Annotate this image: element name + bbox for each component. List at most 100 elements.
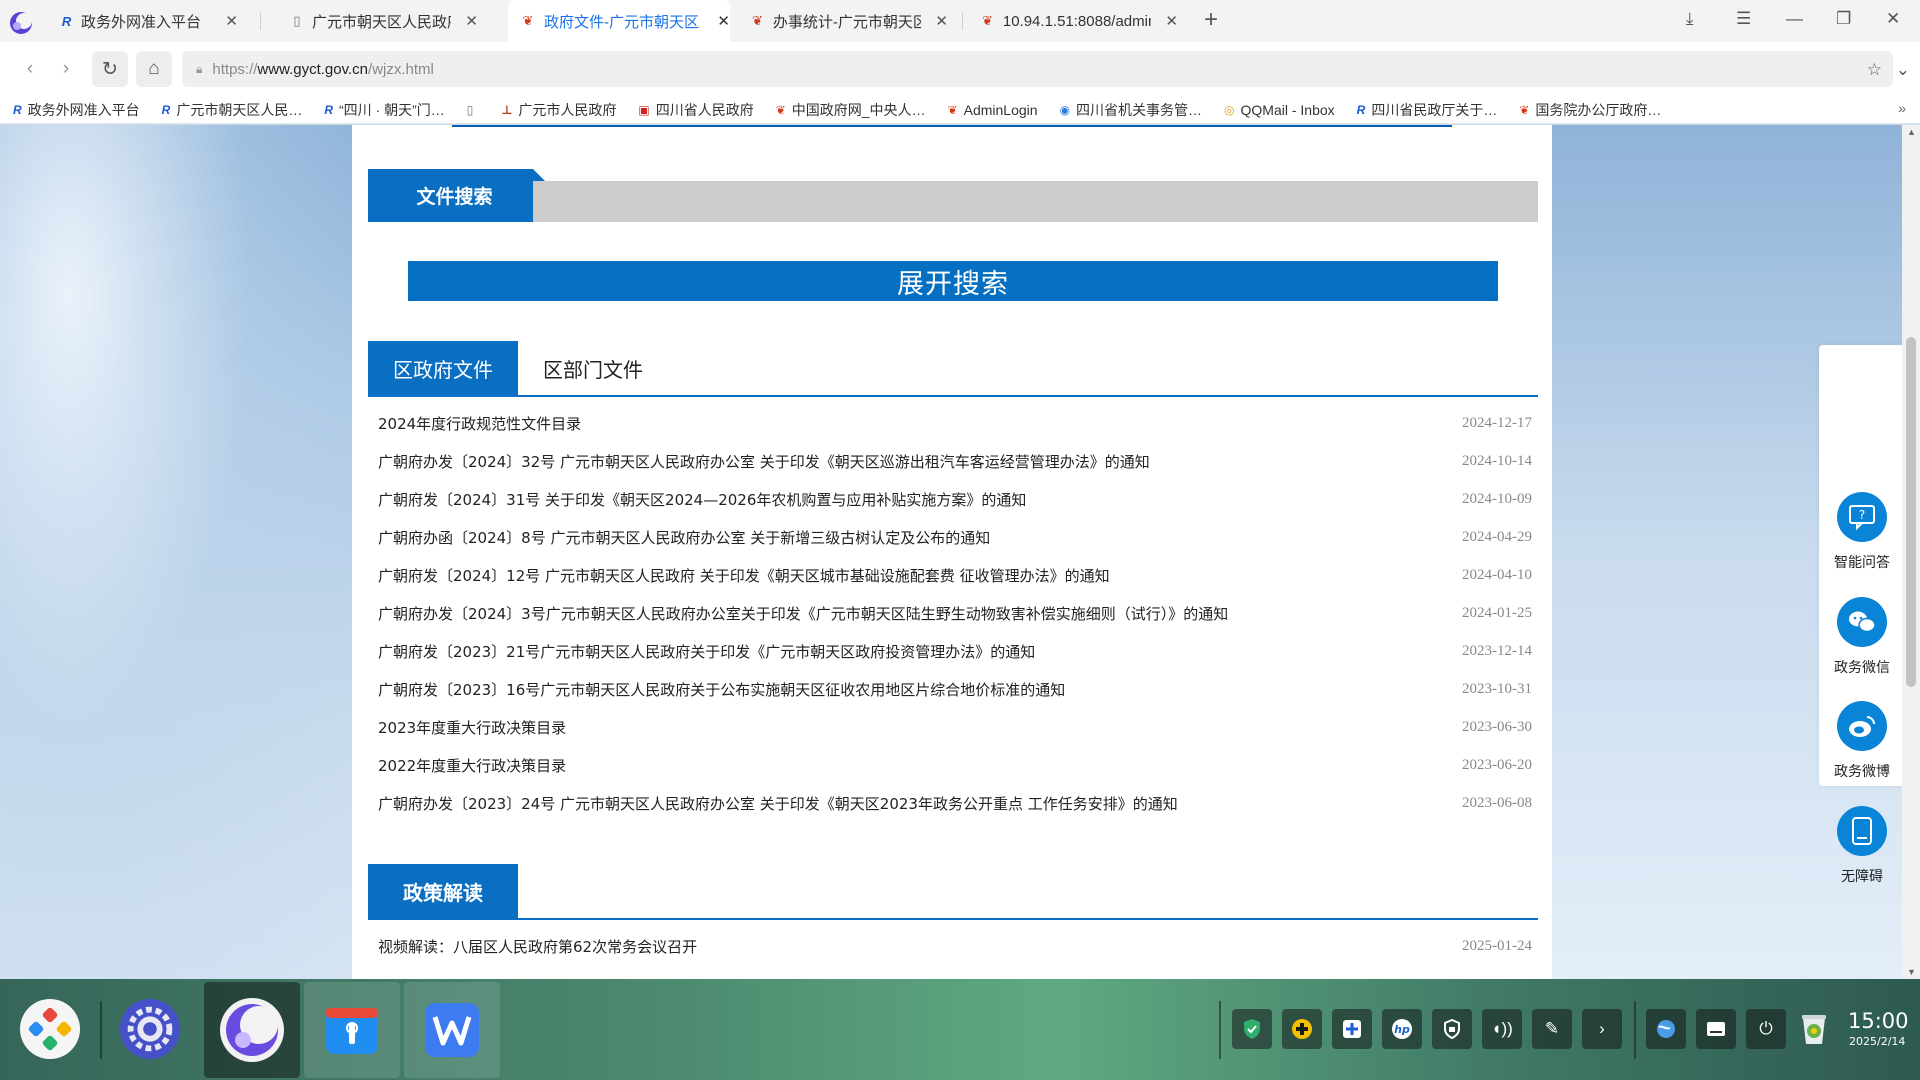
shield-icon[interactable]	[1432, 1009, 1472, 1049]
new-tab-plus-icon[interactable]: +	[1204, 6, 1218, 34]
bookmark-item[interactable]: ◉ 四川省机关事务管…	[1060, 100, 1202, 120]
chevron-right-icon[interactable]: ›	[1582, 1009, 1622, 1049]
policy-link[interactable]: 视频解读：八届区人民政府第62次常务会议召开	[378, 936, 1378, 957]
power-icon[interactable]: ⏻	[1746, 1009, 1786, 1049]
bookmark-item[interactable]: R 政务外网准入平台	[13, 100, 140, 120]
bookmark-item[interactable]: R 四川省民政厅关于…	[1357, 100, 1498, 120]
gov-emblem-icon: ❦	[775, 102, 786, 117]
minimize-icon[interactable]: —	[1786, 9, 1803, 29]
list-item[interactable]: 广朝府发〔2024〕12号 广元市朝天区人民政府 关于印发《朝天区城市基础设施配…	[378, 556, 1532, 594]
list-item[interactable]: 广朝府发〔2023〕16号广元市朝天区人民政府关于公布实施朝天区征收农用地区片综…	[378, 670, 1532, 708]
network-globe-icon[interactable]	[1646, 1009, 1686, 1049]
document-link[interactable]: 广朝府发〔2023〕21号广元市朝天区人民政府关于印发《广元市朝天区政府投资管理…	[378, 641, 1378, 662]
keyboard-icon[interactable]	[1696, 1009, 1736, 1049]
document-link[interactable]: 广朝府办发〔2023〕24号 广元市朝天区人民政府办公室 关于印发《朝天区202…	[378, 793, 1378, 814]
bookmark-item[interactable]: ⊥ 广元市人民政府	[501, 100, 616, 120]
browser-tab-active[interactable]: ❦ 政府文件-广元市朝天区 ✕	[508, 0, 730, 42]
gov-weibo-button[interactable]: 政务微博	[1819, 701, 1905, 781]
document-link[interactable]: 广朝府发〔2024〕12号 广元市朝天区人民政府 关于印发《朝天区城市基础设施配…	[378, 565, 1378, 586]
policy-interpretation-title[interactable]: 政策解读	[368, 864, 518, 918]
gov-wechat-button[interactable]: 政务微信	[1819, 597, 1905, 677]
list-item[interactable]: 广朝府发〔2024〕31号 关于印发《朝天区2024—2026年农机购置与应用补…	[378, 480, 1532, 518]
browser-tab[interactable]: ❦ 办事统计-广元市朝天区 ✕	[738, 0, 948, 42]
scroll-up-icon[interactable]: ▲	[1907, 127, 1916, 137]
document-link[interactable]: 2022年度重大行政决策目录	[378, 755, 1378, 776]
float-label: 政务微信	[1834, 660, 1890, 676]
browser-app[interactable]	[204, 982, 300, 1078]
hp-printer-icon[interactable]: hp	[1382, 1009, 1422, 1049]
clock-date[interactable]: 2025/2/14	[1849, 1035, 1905, 1048]
bookmark-label: 四川省人民政府	[655, 101, 754, 118]
document-link[interactable]: 2023年度重大行政决策目录	[378, 717, 1378, 738]
page-scrollbar[interactable]: ▲ ▼	[1902, 125, 1920, 979]
star-bookmark-icon[interactable]: ☆	[1867, 60, 1882, 80]
address-bar[interactable]: 🔒︎ https:// www.gyct.gov.cn /wjzx.html	[182, 51, 1893, 87]
clock-time[interactable]: 15:00	[1848, 1009, 1909, 1033]
list-item[interactable]: 广朝府办函〔2024〕8号 广元市朝天区人民政府办公室 关于新增三级古树认定及公…	[378, 518, 1532, 556]
tab-district-gov-docs[interactable]: 区政府文件	[368, 341, 518, 395]
security-shield-icon[interactable]	[1232, 1009, 1272, 1049]
download-icon[interactable]: ⤓	[1686, 9, 1694, 29]
expand-search-button[interactable]: 展开搜索	[408, 261, 1498, 301]
chevron-down-icon[interactable]: ⌄	[1896, 60, 1910, 80]
list-item[interactable]: 2023年度重大行政决策目录 2023-06-30	[378, 708, 1532, 746]
bookmark-item[interactable]: ▣ 四川省人民政府	[638, 100, 753, 120]
scroll-down-icon[interactable]: ▼	[1907, 967, 1916, 977]
bookmark-item[interactable]: ❦ 中国政府网_中央人…	[776, 100, 926, 120]
window-close-icon[interactable]: ✕	[1886, 9, 1900, 29]
list-item[interactable]: 广朝府办发〔2023〕24号 广元市朝天区人民政府办公室 关于印发《朝天区202…	[378, 784, 1532, 822]
lock-icon[interactable]: 🔒︎	[196, 62, 202, 77]
bookmark-item[interactable]: ❦ 国务院办公厅政府…	[1519, 100, 1661, 120]
list-item[interactable]: 视频解读：八届区人民政府第62次常务会议召开 2025-01-24	[378, 927, 1532, 965]
close-icon[interactable]: ✕	[935, 12, 948, 30]
bookmarks-overflow-icon[interactable]: »	[1898, 100, 1906, 116]
bookmark-item[interactable]: R 广元市朝天区人民…	[162, 100, 303, 120]
pen-icon[interactable]: ✎	[1532, 1009, 1572, 1049]
document-link[interactable]: 广朝府办函〔2024〕8号 广元市朝天区人民政府办公室 关于新增三级古树认定及公…	[378, 527, 1378, 548]
tab-department-docs[interactable]: 区部门文件	[518, 341, 668, 395]
volume-icon[interactable]: ◖))	[1482, 1009, 1522, 1049]
accessibility-button[interactable]: 无障碍	[1819, 806, 1905, 886]
reload-icon[interactable]: ↻	[92, 51, 128, 87]
document-link[interactable]: 广朝府发〔2023〕16号广元市朝天区人民政府关于公布实施朝天区征收农用地区片综…	[378, 679, 1378, 700]
home-icon[interactable]: ⌂	[136, 51, 172, 87]
bookmark-item[interactable]: R “四川 · 朝天”门…	[324, 100, 444, 120]
launcher-app[interactable]	[18, 997, 82, 1061]
document-link[interactable]: 广朝府办发〔2024〕3号广元市朝天区人民政府办公室关于印发《广元市朝天区陆生野…	[378, 603, 1378, 624]
input-method-icon[interactable]	[1332, 1009, 1372, 1049]
background-decoration-left	[0, 125, 352, 979]
bookmark-item[interactable]: ◎ QQMail - Inbox	[1224, 102, 1335, 118]
menu-icon[interactable]: ☰	[1736, 9, 1751, 29]
back-arrow-icon[interactable]: ‹	[12, 51, 48, 87]
close-icon[interactable]: ✕	[225, 12, 238, 30]
list-item[interactable]: 广朝府办发〔2024〕32号 广元市朝天区人民政府办公室 关于印发《朝天区巡游出…	[378, 442, 1532, 480]
restore-icon[interactable]: ❐	[1836, 9, 1851, 29]
settings-app[interactable]	[118, 997, 182, 1061]
list-item[interactable]: 广朝府发〔2023〕21号广元市朝天区人民政府关于印发《广元市朝天区政府投资管理…	[378, 632, 1532, 670]
page-icon: ▯	[466, 102, 474, 117]
trash-icon[interactable]	[1794, 1009, 1834, 1049]
wechat-icon	[1837, 597, 1887, 647]
browser-tab[interactable]: ❦ 10.94.1.51:8088/admin ✕	[968, 0, 1178, 42]
smart-qa-button[interactable]: ? 智能问答	[1819, 492, 1905, 572]
wps-writer-app[interactable]	[404, 982, 500, 1078]
list-item[interactable]: 广朝府办发〔2024〕3号广元市朝天区人民政府办公室关于印发《广元市朝天区陆生野…	[378, 594, 1532, 632]
close-icon[interactable]: ✕	[465, 12, 478, 30]
bookmark-item[interactable]: ❦ AdminLogin	[948, 102, 1038, 118]
scroll-thumb[interactable]	[1906, 337, 1916, 687]
forward-arrow-icon[interactable]: ›	[48, 51, 84, 87]
browser-tab[interactable]: ▯ 广元市朝天区人民政府 ✕	[278, 0, 478, 42]
plus-app-icon[interactable]	[1282, 1009, 1322, 1049]
file-manager-app[interactable]	[304, 982, 400, 1078]
close-icon[interactable]: ✕	[1165, 12, 1178, 30]
close-icon[interactable]: ✕	[717, 12, 730, 30]
browser-logo-icon[interactable]	[8, 10, 36, 36]
browser-tab[interactable]: R 政务外网准入平台 ✕	[48, 0, 238, 42]
bookmark-item[interactable]: ▯	[467, 103, 480, 117]
list-item[interactable]: 2022年度重大行政决策目录 2023-06-20	[378, 746, 1532, 784]
document-link[interactable]: 2024年度行政规范性文件目录	[378, 413, 1378, 434]
document-link[interactable]: 广朝府办发〔2024〕32号 广元市朝天区人民政府办公室 关于印发《朝天区巡游出…	[378, 451, 1378, 472]
document-link[interactable]: 广朝府发〔2024〕31号 关于印发《朝天区2024—2026年农机购置与应用补…	[378, 489, 1378, 510]
list-item[interactable]: 2024年度行政规范性文件目录 2024-12-17	[378, 404, 1532, 442]
document-date: 2024-04-10	[1462, 566, 1532, 583]
